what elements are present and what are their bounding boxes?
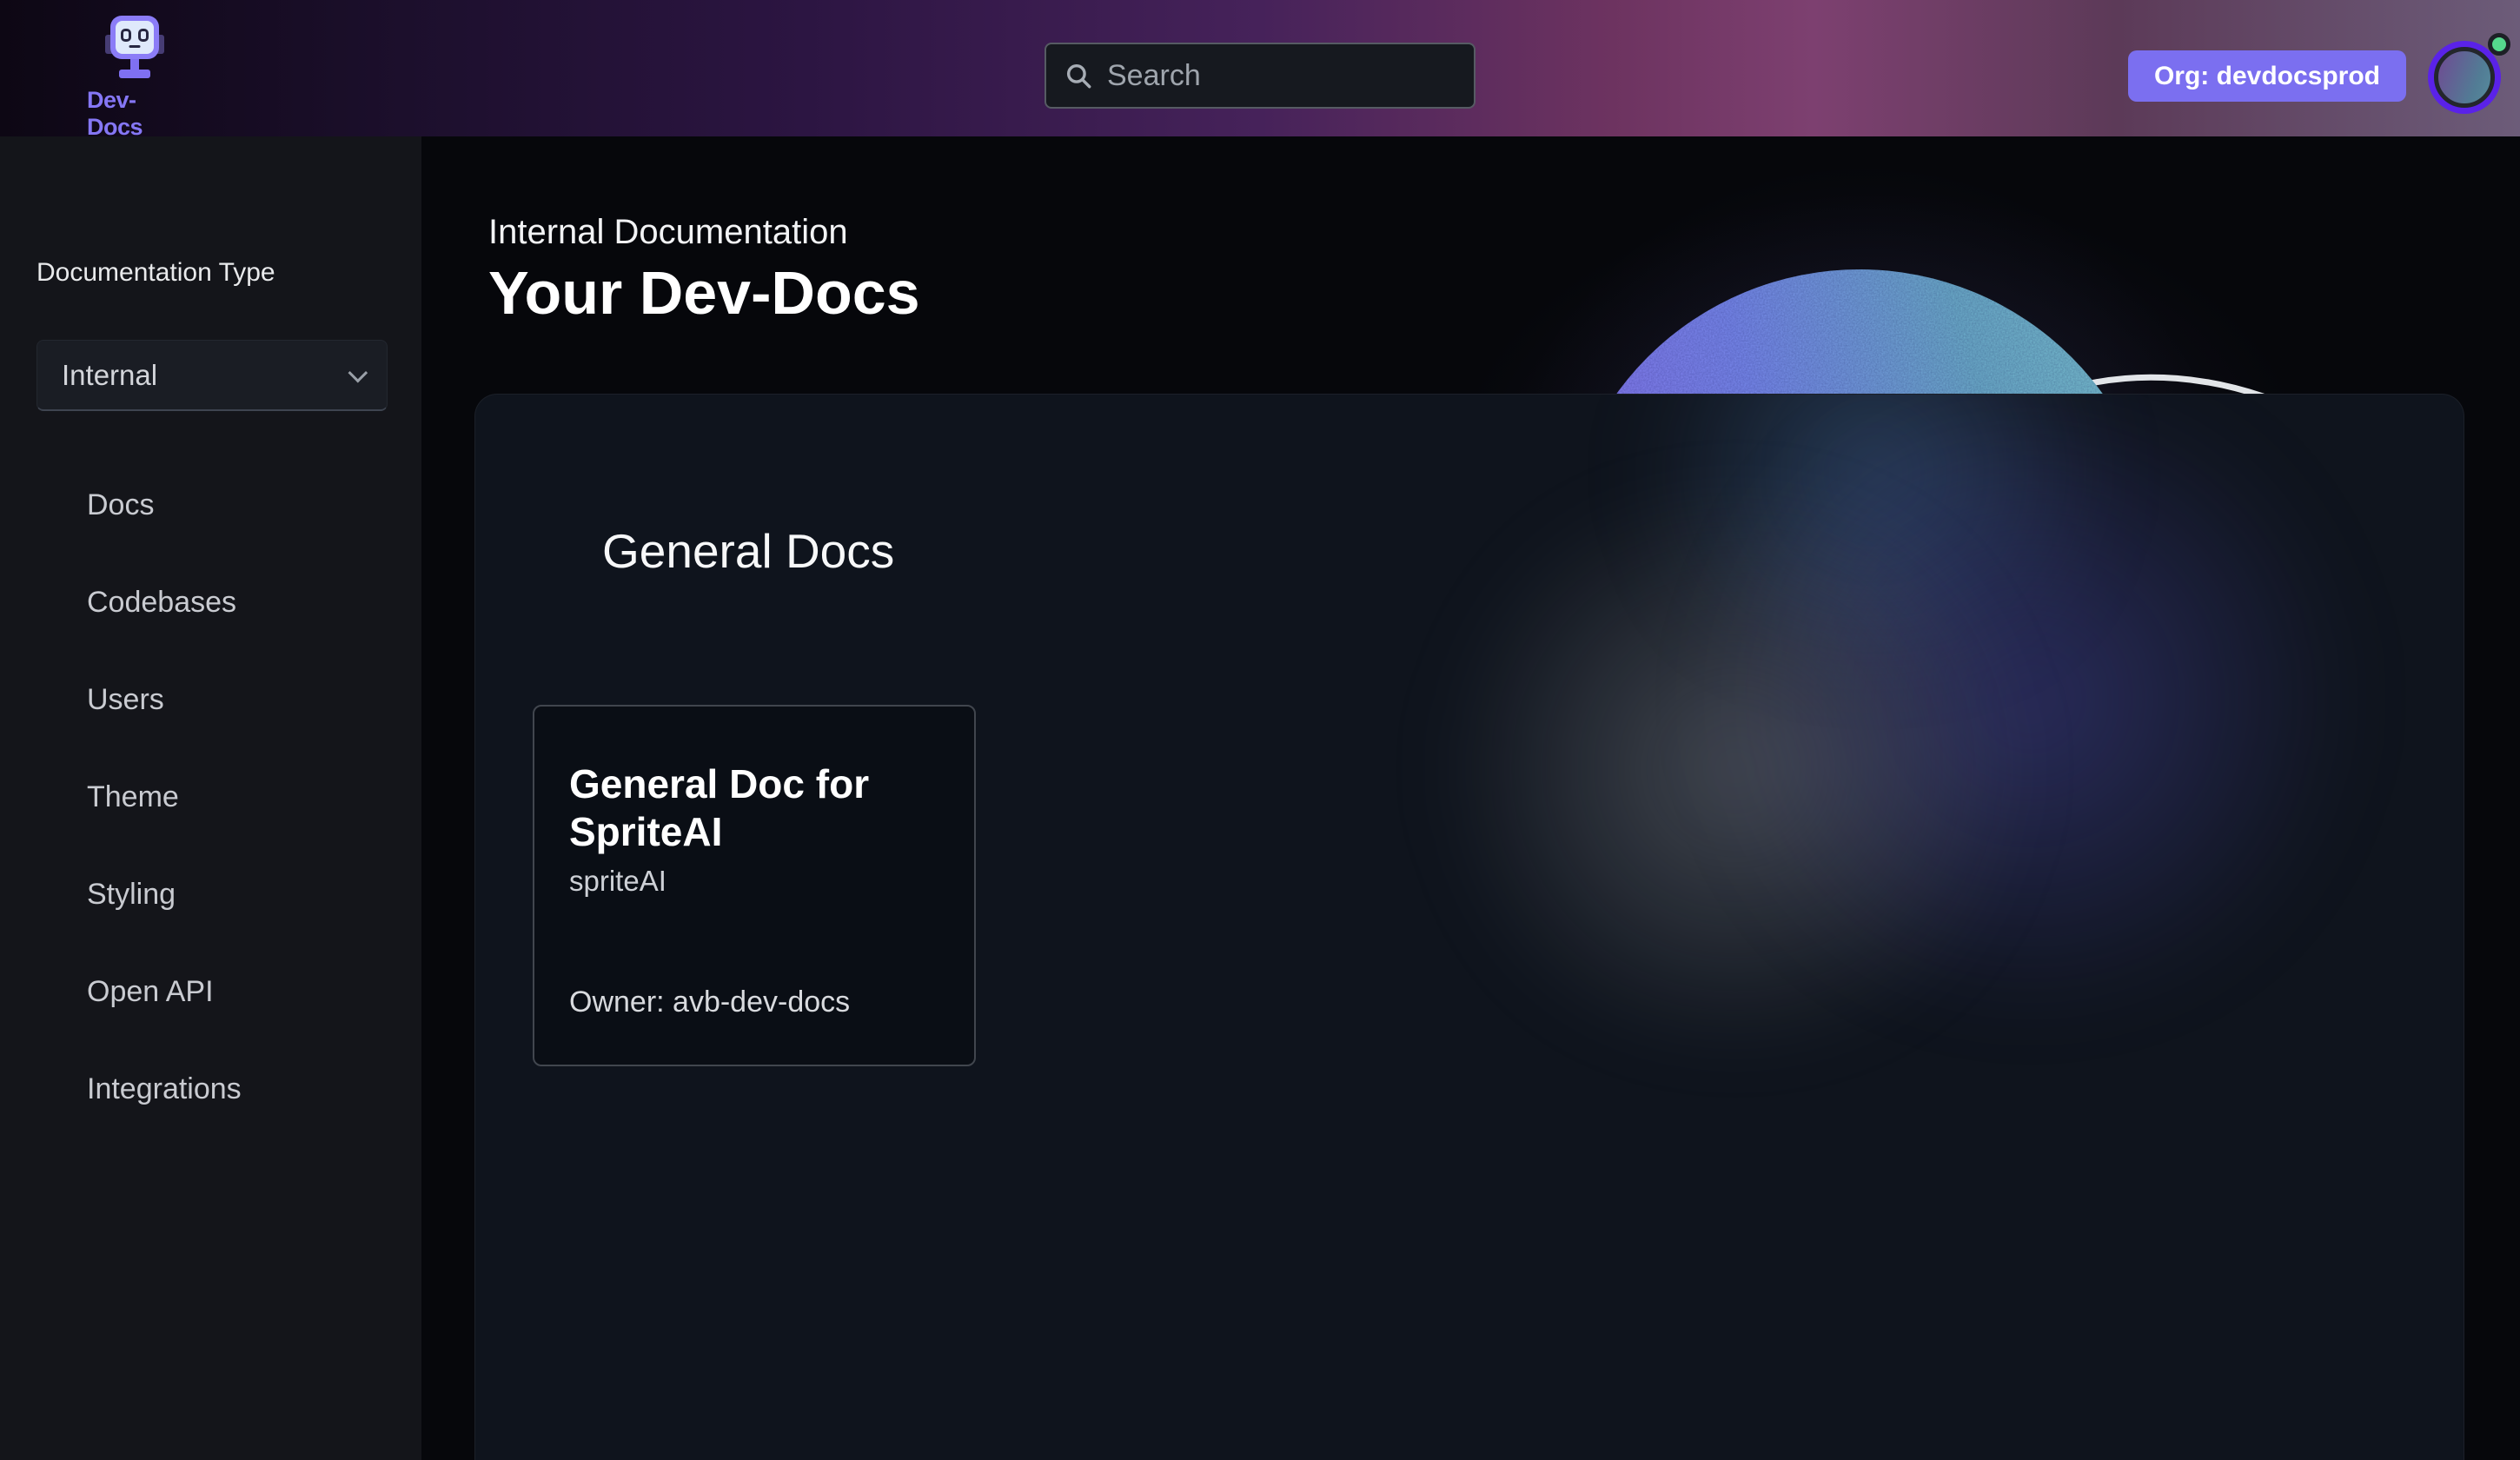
online-status-dot [2488, 33, 2510, 56]
chevron-down-icon [348, 362, 368, 382]
sidebar-item-codebases[interactable]: Codebases [0, 554, 421, 651]
dropdown-selected-value: Internal [62, 359, 157, 392]
panel-glow-gray [1414, 499, 2057, 1038]
doc-type-label: Documentation Type [36, 258, 421, 288]
sidebar-item-integrations[interactable]: Integrations [0, 1040, 421, 1138]
sidebar-nav: Docs Codebases Users Theme Styling Open … [0, 456, 421, 1138]
header-bar: Dev-Docs Org: devdocsprod [0, 0, 2520, 136]
search-bar[interactable] [1044, 43, 1476, 109]
sidebar-item-users[interactable]: Users [0, 651, 421, 748]
doc-card[interactable]: General Doc for SpriteAI spriteAI Owner:… [533, 705, 976, 1066]
doc-type-dropdown[interactable]: Internal [36, 340, 388, 411]
robot-icon [109, 16, 161, 83]
doc-card-owner: Owner: avb-dev-docs [569, 986, 850, 1019]
sidebar-item-styling[interactable]: Styling [0, 846, 421, 943]
sidebar: Documentation Type Internal Docs Codebas… [0, 136, 421, 1460]
logo-label: Dev-Docs [87, 87, 182, 141]
main-area: Internal Documentation Your Dev-Docs Gen… [421, 136, 2520, 1460]
docs-panel: General Docs General Doc for SpriteAI sp… [474, 394, 2464, 1460]
sidebar-item-open-api[interactable]: Open API [0, 943, 421, 1040]
doc-card-subtitle: spriteAI [569, 865, 939, 898]
avatar-image [2434, 47, 2495, 108]
search-icon [1064, 61, 1093, 90]
doc-card-title: General Doc for SpriteAI [569, 760, 939, 856]
dev-docs-logo[interactable]: Dev-Docs [87, 16, 182, 141]
sidebar-item-docs[interactable]: Docs [0, 456, 421, 554]
panel-title: General Docs [602, 523, 894, 579]
sidebar-item-theme[interactable]: Theme [0, 748, 421, 846]
search-input[interactable] [1107, 59, 1492, 93]
org-button[interactable]: Org: devdocsprod [2128, 50, 2406, 102]
